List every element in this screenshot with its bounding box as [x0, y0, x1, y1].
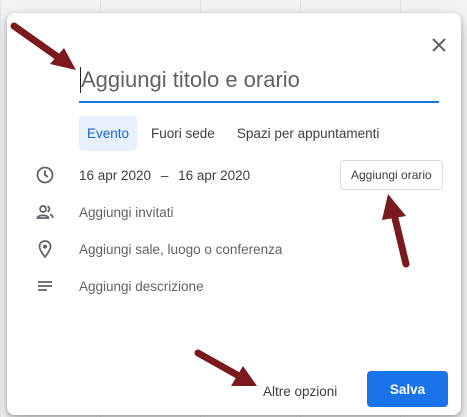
guests-row[interactable]: Aggiungi invitati: [7, 197, 461, 227]
add-guests-label[interactable]: Aggiungi invitati: [79, 205, 174, 220]
add-description-label[interactable]: Aggiungi descrizione: [79, 279, 204, 294]
add-time-button[interactable]: Aggiungi orario: [340, 160, 443, 190]
title-input[interactable]: [79, 63, 439, 103]
description-row[interactable]: Aggiungi descrizione: [7, 271, 461, 301]
description-icon: [38, 281, 52, 291]
people-icon: [36, 205, 54, 219]
text-cursor: [80, 67, 81, 93]
tab-evento[interactable]: Evento: [79, 116, 138, 151]
save-button[interactable]: Salva: [367, 371, 448, 407]
date-separator: –: [160, 167, 169, 183]
more-options-button[interactable]: Altre opzioni: [255, 375, 345, 407]
event-dialog: Evento Fuori sede Spazi per appuntamenti…: [7, 13, 461, 415]
date-start[interactable]: 16 apr 2020: [79, 168, 151, 183]
location-row[interactable]: Aggiungi sale, luogo o conferenza: [7, 234, 461, 264]
date-range[interactable]: 16 apr 2020 – 16 apr 2020: [79, 168, 250, 183]
close-icon: [432, 38, 446, 52]
close-button[interactable]: [427, 33, 451, 57]
date-end[interactable]: 16 apr 2020: [178, 168, 250, 183]
tab-fuori-sede[interactable]: Fuori sede: [143, 116, 223, 151]
location-pin-icon: [38, 240, 52, 259]
tab-spazi-appuntamenti[interactable]: Spazi per appuntamenti: [229, 116, 388, 151]
event-type-tabs: Evento Fuori sede Spazi per appuntamenti: [79, 116, 387, 151]
add-location-label[interactable]: Aggiungi sale, luogo o conferenza: [79, 242, 282, 257]
clock-icon: [36, 166, 54, 184]
